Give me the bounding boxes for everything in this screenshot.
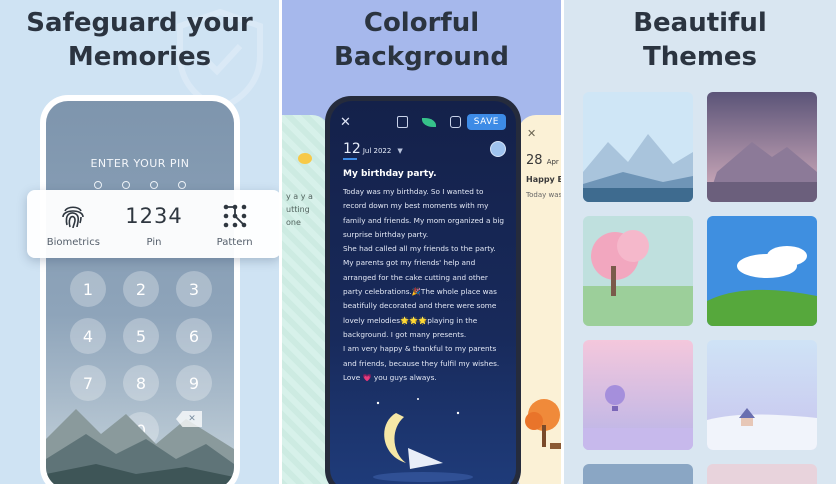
auth-pattern[interactable]: Pattern <box>199 201 271 248</box>
panel-title-line1: Beautiful <box>633 8 767 38</box>
entry-paragraph: Today was my birthday. So I wanted to re… <box>343 187 505 239</box>
right-card-date: 28 Apr 2 <box>526 153 561 168</box>
autumn-tree-illustration <box>525 399 561 449</box>
security-panel: Safeguard your Memories ENTER YOUR PIN 1… <box>0 0 279 484</box>
key-6[interactable]: 6 <box>176 318 212 354</box>
pin-dot <box>122 181 130 189</box>
close-icon: ✕ <box>527 127 537 140</box>
entry-paragraph: I am very happy & thankful to my parents… <box>343 344 500 382</box>
mood-icon[interactable] <box>490 141 506 157</box>
save-button[interactable]: SAVE <box>466 114 506 130</box>
right-card-day: 28 <box>526 153 543 168</box>
moon-boat-illustration <box>373 398 473 482</box>
fingerprint-icon <box>62 205 85 228</box>
pin-prompt: ENTER YOUR PIN <box>90 157 190 170</box>
auth-biometrics-label: Biometrics <box>46 236 100 248</box>
mountain-landscape <box>46 409 234 484</box>
key-1[interactable]: 1 <box>70 271 106 307</box>
clipboard-icon[interactable] <box>396 116 408 128</box>
theme-thumbnail-cherry-blossom[interactable] <box>583 216 693 326</box>
theme-thumbnail-hot-air-balloon[interactable] <box>583 340 693 450</box>
editor-toolbar: ✕ SAVE <box>340 113 506 131</box>
pin-dot <box>178 181 186 189</box>
pin-screen: ENTER YOUR PIN 1 2 3 4 5 6 7 8 9 0 <box>46 101 234 484</box>
leaf-background-icon[interactable] <box>421 117 436 127</box>
left-card-line: y a y a <box>286 192 313 201</box>
entry-date[interactable]: 12 Jul 2022 ▼ <box>343 141 403 160</box>
date-underline <box>343 158 357 160</box>
pattern-icon <box>223 204 246 227</box>
theme-thumbnail-green-meadow[interactable] <box>707 216 817 326</box>
key-2[interactable]: 2 <box>123 271 159 307</box>
side-diary-card-right: ✕ 28 Apr 2 Happy Bi Today was <box>518 115 561 484</box>
entry-title[interactable]: My birthday party. <box>343 169 437 179</box>
entry-paragraph: She had called all my friends to the par… <box>343 244 497 339</box>
theme-grid <box>583 92 817 484</box>
panel-title: Safeguard your Memories <box>0 6 279 74</box>
side-diary-card-left: y a y a utting one <box>282 115 330 484</box>
themes-panel: Beautiful Themes <box>564 0 836 484</box>
pin-display: 1234 <box>125 203 183 228</box>
diary-editor-screen: ✕ SAVE 12 Jul 2022 ▼ My birthday party. To… <box>330 101 516 484</box>
theme-thumbnail-snow-village[interactable] <box>707 340 817 450</box>
background-panel: Colorful Background y a y a utting one ✕… <box>282 0 561 484</box>
panel-title-line1: Safeguard your <box>26 8 253 38</box>
key-3[interactable]: 3 <box>176 271 212 307</box>
phone-mockup: ENTER YOUR PIN 1 2 3 4 5 6 7 8 9 0 <box>40 95 240 484</box>
chevron-down-icon: ▼ <box>397 147 403 155</box>
panel-title-line1: Colorful <box>363 8 480 38</box>
theme-thumbnail-purple-mountain[interactable] <box>707 92 817 202</box>
key-5[interactable]: 5 <box>123 318 159 354</box>
right-card-month: Apr 2 <box>546 158 561 166</box>
right-card-snippet: Today was <box>526 191 561 199</box>
theme-thumbnail-partial[interactable] <box>583 464 693 484</box>
theme-thumbnail-mountain-lake[interactable] <box>583 92 693 202</box>
panel-title-line2: Memories <box>67 42 212 72</box>
panel-title-line2: Background <box>334 42 509 72</box>
panel-title-line2: Themes <box>642 42 758 72</box>
right-card-title: Happy Bi <box>526 175 561 184</box>
auth-pin-label: Pin <box>146 236 162 248</box>
date-month-year: Jul 2022 <box>362 147 392 155</box>
auth-options-card: Biometrics 1234 Pin Pattern <box>27 190 279 258</box>
pin-dot <box>94 181 102 189</box>
panel-title: Colorful Background <box>282 6 561 74</box>
left-card-text: y a y a utting one <box>286 190 313 229</box>
panel-title: Beautiful Themes <box>564 6 836 74</box>
toolbar-tools <box>396 116 461 128</box>
theme-thumbnail-partial[interactable] <box>707 464 817 484</box>
pin-dots <box>46 181 234 189</box>
left-card-line: utting <box>286 205 310 214</box>
auth-pattern-label: Pattern <box>216 236 253 248</box>
close-icon[interactable]: ✕ <box>340 115 351 130</box>
pin-dot <box>150 181 158 189</box>
left-card-line: one <box>286 218 301 227</box>
auth-biometrics[interactable]: Biometrics <box>37 201 109 248</box>
auth-pin[interactable]: 1234 Pin <box>118 201 190 248</box>
date-day: 12 <box>343 141 361 157</box>
phone-mockup: ✕ SAVE 12 Jul 2022 ▼ My birthday party. To… <box>325 96 521 484</box>
search-copy-icon[interactable] <box>449 116 461 128</box>
key-4[interactable]: 4 <box>70 318 106 354</box>
mood-emoji-icon <box>298 153 312 164</box>
entry-body[interactable]: Today was my birthday. So I wanted to re… <box>343 185 508 385</box>
